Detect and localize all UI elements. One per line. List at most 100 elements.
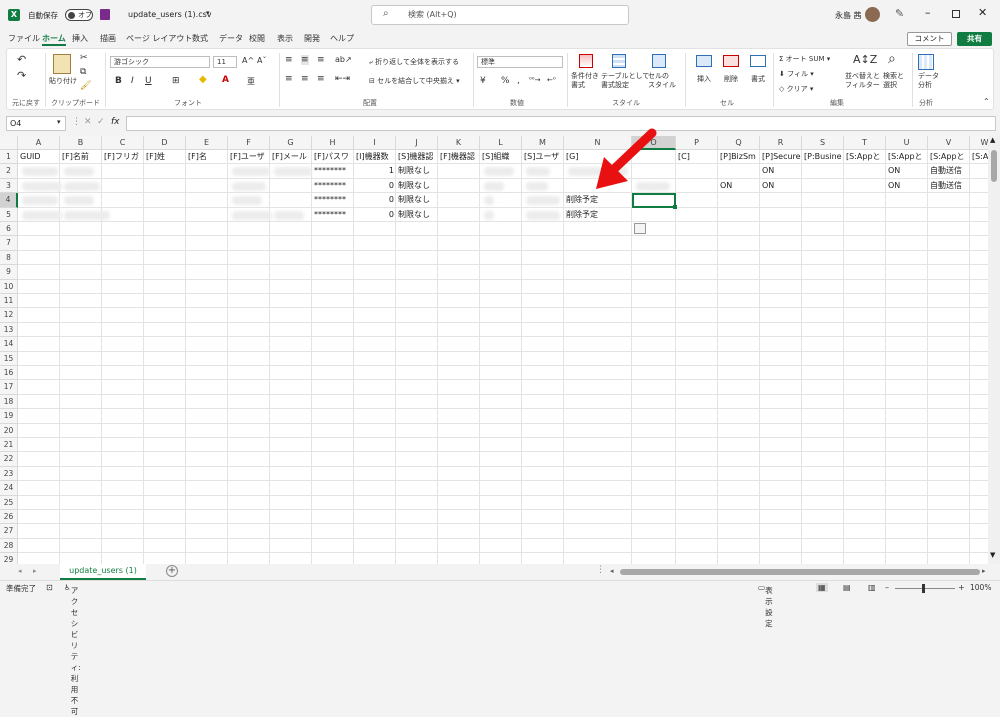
column-header[interactable]: S <box>802 136 844 150</box>
scroll-down-icon[interactable]: ▼ <box>990 551 995 559</box>
bold-button[interactable]: B <box>115 76 122 86</box>
save-icon[interactable] <box>100 9 110 20</box>
row-header[interactable]: 29 <box>0 553 18 564</box>
page-layout-view-icon[interactable]: ▤ <box>843 583 851 592</box>
cell-H5[interactable]: ******** <box>312 208 354 222</box>
cell-J2[interactable]: 制限なし <box>396 164 438 178</box>
row-header[interactable]: 15 <box>0 351 18 366</box>
data-analysis-button[interactable]: データ 分析 <box>918 72 939 90</box>
vertical-scroll-thumb[interactable] <box>991 150 997 182</box>
indent-icon[interactable]: ⇤⇥ <box>335 74 350 84</box>
horizontal-scroll-thumb[interactable] <box>620 569 980 575</box>
align-left-icon[interactable]: ≡ <box>285 74 293 84</box>
zoom-slider[interactable] <box>895 588 955 589</box>
paste-icon[interactable] <box>53 54 71 74</box>
column-header[interactable]: R <box>760 136 802 150</box>
paste-options-icon[interactable] <box>634 223 646 234</box>
row-header[interactable]: 5 <box>0 207 18 222</box>
column-header[interactable]: W <box>970 136 988 150</box>
row-header[interactable]: 25 <box>0 495 18 510</box>
italic-button[interactable]: I <box>131 76 134 86</box>
tab-9[interactable]: 開発 <box>304 33 320 44</box>
column-header[interactable]: H <box>312 136 354 150</box>
share-button[interactable]: 共有 <box>957 32 992 46</box>
collapse-ribbon-icon[interactable]: ⌃ <box>983 97 990 106</box>
tab-0[interactable]: ファイル <box>8 33 40 44</box>
cell-H1[interactable]: [F]パスワ <box>312 150 354 164</box>
cell-V1[interactable]: [S:Appと <box>928 150 970 164</box>
scroll-left-icon[interactable]: ◂ <box>610 567 614 575</box>
cell-K1[interactable]: [F]機器認 <box>438 150 480 164</box>
cell-W1[interactable]: [S:A <box>970 150 988 164</box>
zoom-out-icon[interactable]: – <box>885 583 889 592</box>
font-name-select[interactable]: 游ゴシック <box>110 56 210 68</box>
align-middle-icon[interactable]: ≡ <box>301 55 309 65</box>
tab-8[interactable]: 表示 <box>277 33 293 44</box>
format-cells-icon[interactable] <box>750 55 766 67</box>
find-icon[interactable]: ⌕ <box>888 51 896 67</box>
cell-styles-button[interactable]: セルの スタイル <box>648 72 676 90</box>
autosave-toggle[interactable]: オフ <box>65 9 93 21</box>
tab-7[interactable]: 校閲 <box>249 33 265 44</box>
cell-R2[interactable]: ON <box>760 164 802 178</box>
cell-F1[interactable]: [F]ユーザ <box>228 150 270 164</box>
fill-handle[interactable] <box>673 204 677 209</box>
next-sheet-icon[interactable]: ▸ <box>33 567 37 575</box>
number-format-select[interactable]: 標準 <box>477 56 563 68</box>
cell-J4[interactable]: 制限なし <box>396 193 438 207</box>
clear-button[interactable]: ◇ クリア ▾ <box>779 84 813 94</box>
cell-N5[interactable]: 削除予定 <box>564 208 632 222</box>
cell-I1[interactable]: [I]機器数 <box>354 150 396 164</box>
cell-R3[interactable]: ON <box>760 179 802 193</box>
column-header[interactable]: P <box>676 136 718 150</box>
grow-font-button[interactable]: A^ <box>242 56 254 65</box>
format-painter-icon[interactable]: 🖌 <box>80 81 91 91</box>
cell-B1[interactable]: [F]名前 <box>60 150 102 164</box>
column-header[interactable]: J <box>396 136 438 150</box>
row-header[interactable]: 18 <box>0 394 18 410</box>
row-header[interactable]: 26 <box>0 510 18 525</box>
scroll-up-icon[interactable]: ▲ <box>990 136 995 144</box>
row-header[interactable]: 24 <box>0 481 18 496</box>
row-header[interactable]: 23 <box>0 466 18 482</box>
cell-V3[interactable]: 自動送信 <box>928 179 970 193</box>
format-as-table-button[interactable]: テーブルとして 書式設定 <box>601 72 649 90</box>
copy-icon[interactable]: ⧉ <box>80 67 86 77</box>
avatar[interactable] <box>865 7 880 22</box>
cell-P1[interactable]: [C] <box>676 150 718 164</box>
tab-1[interactable]: ホーム <box>42 33 66 46</box>
merge-center-button[interactable]: ⊟ セルを結合して中央揃え ▾ <box>369 76 460 86</box>
decrease-decimal-icon[interactable]: ←⁰ <box>547 76 556 84</box>
formula-input[interactable] <box>126 116 996 131</box>
cell-Q3[interactable]: ON <box>718 179 760 193</box>
align-center-icon[interactable]: ≡ <box>301 74 309 84</box>
font-color-button[interactable]: A <box>222 75 229 85</box>
row-header[interactable]: 7 <box>0 236 18 251</box>
cell-I2[interactable]: 1 <box>354 164 396 178</box>
column-header[interactable]: F <box>228 136 270 150</box>
row-header[interactable]: 22 <box>0 452 18 467</box>
zoom-in-icon[interactable]: + <box>958 583 965 592</box>
display-settings-button[interactable]: ▭ 表示設定 <box>758 583 773 628</box>
cell-I4[interactable]: 0 <box>354 193 396 207</box>
column-header[interactable]: V <box>928 136 970 150</box>
zoom-level[interactable]: 100% <box>970 583 991 592</box>
cell-U3[interactable]: ON <box>886 179 928 193</box>
tab-6[interactable]: データ <box>219 33 243 44</box>
data-analysis-icon[interactable] <box>918 54 934 70</box>
column-header[interactable]: I <box>354 136 396 150</box>
cell-styles-icon[interactable] <box>652 54 666 68</box>
cell-H2[interactable]: ******** <box>312 164 354 178</box>
column-header[interactable]: U <box>886 136 928 150</box>
cell-J1[interactable]: [S]機器認 <box>396 150 438 164</box>
font-size-select[interactable]: 11 <box>213 56 237 68</box>
add-sheet-button[interactable]: + <box>166 565 178 577</box>
cell-U1[interactable]: [S:Appと <box>886 150 928 164</box>
name-box-dropdown-icon[interactable]: ▾ <box>57 118 61 126</box>
row-header[interactable]: 16 <box>0 366 18 381</box>
column-header[interactable]: Q <box>718 136 760 150</box>
row-header[interactable]: 21 <box>0 438 18 453</box>
cell-E1[interactable]: [F]名 <box>186 150 228 164</box>
accessibility-status[interactable]: ♿ アクセシビリティ: 利用不可 <box>64 583 81 716</box>
cell-V2[interactable]: 自動送信 <box>928 164 970 178</box>
